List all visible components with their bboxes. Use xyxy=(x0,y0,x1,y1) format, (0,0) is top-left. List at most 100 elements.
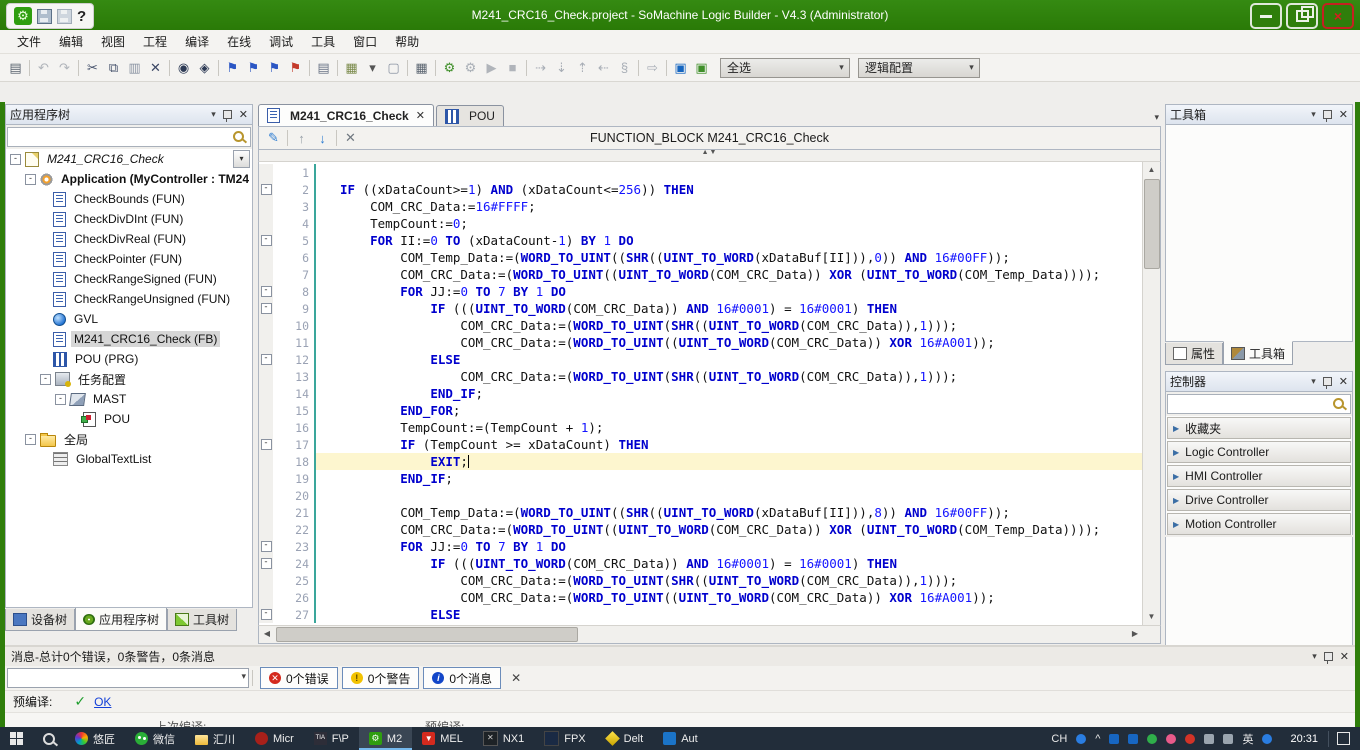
editor-delete-line-icon[interactable]: ✕ xyxy=(340,128,361,149)
tray-icon-blue-sq[interactable] xyxy=(1128,734,1138,744)
tree-expander-icon[interactable]: - xyxy=(40,374,51,385)
chevron-down-icon[interactable]: ▾ xyxy=(211,109,216,120)
code-line-24[interactable]: -24 IF (((UINT_TO_WORD(COM_CRC_Data)) AN… xyxy=(259,555,1143,572)
toolbar-paste-icon[interactable]: ▥ xyxy=(124,57,145,78)
code-line-20[interactable]: 20 xyxy=(259,487,1143,504)
chevron-down-icon[interactable]: ▾ xyxy=(1311,109,1316,120)
app-micr[interactable]: Micr xyxy=(245,727,304,750)
tree-item-globaltextlist[interactable]: GlobalTextList xyxy=(6,449,252,469)
close-icon[interactable]: ✕ xyxy=(1340,650,1349,663)
toolbar-print-icon[interactable]: ▤ xyxy=(5,57,26,78)
tree-item--[interactable]: -全局 xyxy=(6,429,252,449)
tree-search-input[interactable] xyxy=(7,127,251,147)
app-youjiang[interactable]: 悠匠 xyxy=(65,727,125,750)
fold-collapse-icon[interactable]: - xyxy=(261,354,272,365)
toolbar-bookmark-clear-icon[interactable]: ⚑ xyxy=(285,57,306,78)
pin-icon[interactable] xyxy=(1323,377,1332,386)
code-line-3[interactable]: 3 COM_CRC_Data:=16#FFFF; xyxy=(259,198,1143,215)
tree-item-application-mycontroller-tm24[interactable]: -Application (MyController : TM24 xyxy=(6,169,252,189)
scroll-right-icon[interactable]: ▶ xyxy=(1127,626,1143,641)
tree-item-pou[interactable]: POU xyxy=(6,409,252,429)
toolbar-login-monitor-icon[interactable]: ▣ xyxy=(670,57,691,78)
tray-icon-blue-sq[interactable] xyxy=(1109,734,1119,744)
toolbar-replace-icon[interactable]: ◈ xyxy=(194,57,215,78)
fold-collapse-icon[interactable]: - xyxy=(261,235,272,246)
tree-root-dropdown-icon[interactable]: ▾ xyxy=(233,150,250,168)
tree-item-m241-crc16-check[interactable]: -M241_CRC16_Check▾ xyxy=(6,149,252,169)
code-line-1[interactable]: 1 xyxy=(259,164,1143,181)
close-button[interactable]: × xyxy=(1322,3,1354,29)
code-line-4[interactable]: 4 TempCount:=0; xyxy=(259,215,1143,232)
code-line-25[interactable]: 25 COM_CRC_Data:=(WORD_TO_UINT(SHR((UINT… xyxy=(259,572,1143,589)
menu-item-8[interactable]: 窗口 xyxy=(344,32,386,52)
tray-text-2[interactable]: ^ xyxy=(1095,733,1100,745)
code-line-2[interactable]: -2IF ((xDataCount>=1) AND (xDataCount<=2… xyxy=(259,181,1143,198)
clear-messages-icon[interactable]: ✕ xyxy=(511,671,521,685)
close-tab-icon[interactable]: ✕ xyxy=(416,109,425,122)
toolbar-calendar-icon[interactable]: ▦ xyxy=(411,57,432,78)
toolbar-copy-icon[interactable]: ⧉ xyxy=(103,57,124,78)
warnings-filter-button[interactable]: !0个警告 xyxy=(342,667,420,689)
code-line-15[interactable]: 15 END_FOR; xyxy=(259,402,1143,419)
tree-item-checkbounds-fun-[interactable]: CheckBounds (FUN) xyxy=(6,189,252,209)
declaration-splitter[interactable]: ▲▼ xyxy=(258,150,1161,162)
precompile-status-link[interactable]: OK xyxy=(94,695,111,709)
tree-item-checkdivdint-fun-[interactable]: CheckDivDInt (FUN) xyxy=(6,209,252,229)
menu-item-2[interactable]: 视图 xyxy=(92,32,134,52)
tree-item-gvl[interactable]: GVL xyxy=(6,309,252,329)
message-category-dropdown[interactable]: ▾ xyxy=(7,668,249,688)
code-line-7[interactable]: 7 COM_CRC_Data:=(WORD_TO_UINT((UINT_TO_W… xyxy=(259,266,1143,283)
toolbar-build-offline-icon[interactable]: ⚙ xyxy=(460,57,481,78)
horizontal-scrollbar-thumb[interactable] xyxy=(276,627,578,642)
close-icon[interactable]: ✕ xyxy=(1339,375,1348,388)
menu-item-7[interactable]: 工具 xyxy=(302,32,344,52)
fold-collapse-icon[interactable]: - xyxy=(261,184,272,195)
code-line-9[interactable]: -9 IF (((UINT_TO_WORD(COM_CRC_Data)) AND… xyxy=(259,300,1143,317)
tray-text-10[interactable]: 英 xyxy=(1242,731,1253,747)
editor-tab-pou[interactable]: POU xyxy=(436,105,504,126)
app-wechat[interactable]: 微信 xyxy=(125,727,185,750)
toolbar-delete-icon[interactable]: ✕ xyxy=(145,57,166,78)
close-icon[interactable]: ✕ xyxy=(239,108,248,121)
tab-工具箱[interactable]: 工具箱 xyxy=(1223,341,1293,365)
app-nx[interactable]: ✕NX1 xyxy=(473,727,534,750)
vertical-scrollbar-thumb[interactable] xyxy=(1144,179,1160,269)
toolbar-bookmark-next-icon[interactable]: ⚑ xyxy=(243,57,264,78)
close-icon[interactable]: ✕ xyxy=(1339,108,1348,121)
tree-expander-icon[interactable]: - xyxy=(10,154,21,165)
toolbar-breakpoint-icon[interactable]: § xyxy=(614,57,635,78)
menu-item-3[interactable]: 工程 xyxy=(134,32,176,52)
code-line-22[interactable]: 22 COM_CRC_Data:=(WORD_TO_UINT((UINT_TO_… xyxy=(259,521,1143,538)
controller-search-input[interactable] xyxy=(1167,394,1351,414)
tray-text-0[interactable]: CH xyxy=(1051,733,1067,745)
tree-expander-icon[interactable]: - xyxy=(55,394,66,405)
tree-item-checkdivreal-fun-[interactable]: CheckDivReal (FUN) xyxy=(6,229,252,249)
code-line-17[interactable]: -17 IF (TempCount >= xDataCount) THEN xyxy=(259,436,1143,453)
toolbar-cut-icon[interactable]: ✂ xyxy=(82,57,103,78)
configuration-selector-dropdown[interactable]: 逻辑配置 ▾ xyxy=(858,58,980,78)
toolbar-step-back-icon[interactable]: ⇠ xyxy=(593,57,614,78)
tab-属性[interactable]: 属性 xyxy=(1165,343,1223,365)
toolbar-logout-monitor-icon[interactable]: ▣ xyxy=(691,57,712,78)
tab-工具树[interactable]: 工具树 xyxy=(167,609,237,631)
pin-icon[interactable] xyxy=(223,110,232,119)
tray-icon-gray[interactable] xyxy=(1204,734,1214,744)
tree-item-m241-crc16-check-fb-[interactable]: M241_CRC16_Check (FB) xyxy=(6,329,252,349)
scroll-up-icon[interactable]: ▲ xyxy=(1143,162,1160,178)
tree-item-checkrangesigned-fun-[interactable]: CheckRangeSigned (FUN) xyxy=(6,269,252,289)
vertical-scrollbar[interactable]: ▲ ▼ xyxy=(1142,162,1160,625)
app-tia[interactable]: TIAF\P xyxy=(304,727,359,750)
toolbar-next-step-icon[interactable]: ⇨ xyxy=(642,57,663,78)
app-melsoft[interactable]: ▼MEL xyxy=(412,727,473,750)
menu-item-5[interactable]: 在线 xyxy=(218,32,260,52)
tree-item-checkrangeunsigned-fun-[interactable]: CheckRangeUnsigned (FUN) xyxy=(6,289,252,309)
toolbar-bookmark-prev-icon[interactable]: ⚑ xyxy=(264,57,285,78)
controller-category-drive-controller[interactable]: ▶Drive Controller xyxy=(1167,489,1351,511)
code-line-13[interactable]: 13 COM_CRC_Data:=(WORD_TO_UINT(SHR((UINT… xyxy=(259,368,1143,385)
code-line-10[interactable]: 10 COM_CRC_Data:=(WORD_TO_UINT(SHR((UINT… xyxy=(259,317,1143,334)
app-somachine[interactable]: ⚙M2 xyxy=(359,727,412,750)
pin-icon[interactable] xyxy=(1323,110,1332,119)
toolbar-undo-icon[interactable]: ↶ xyxy=(33,57,54,78)
chevron-down-icon[interactable]: ▾ xyxy=(1311,376,1316,387)
tab-应用程序树[interactable]: 应用程序树 xyxy=(75,607,167,631)
